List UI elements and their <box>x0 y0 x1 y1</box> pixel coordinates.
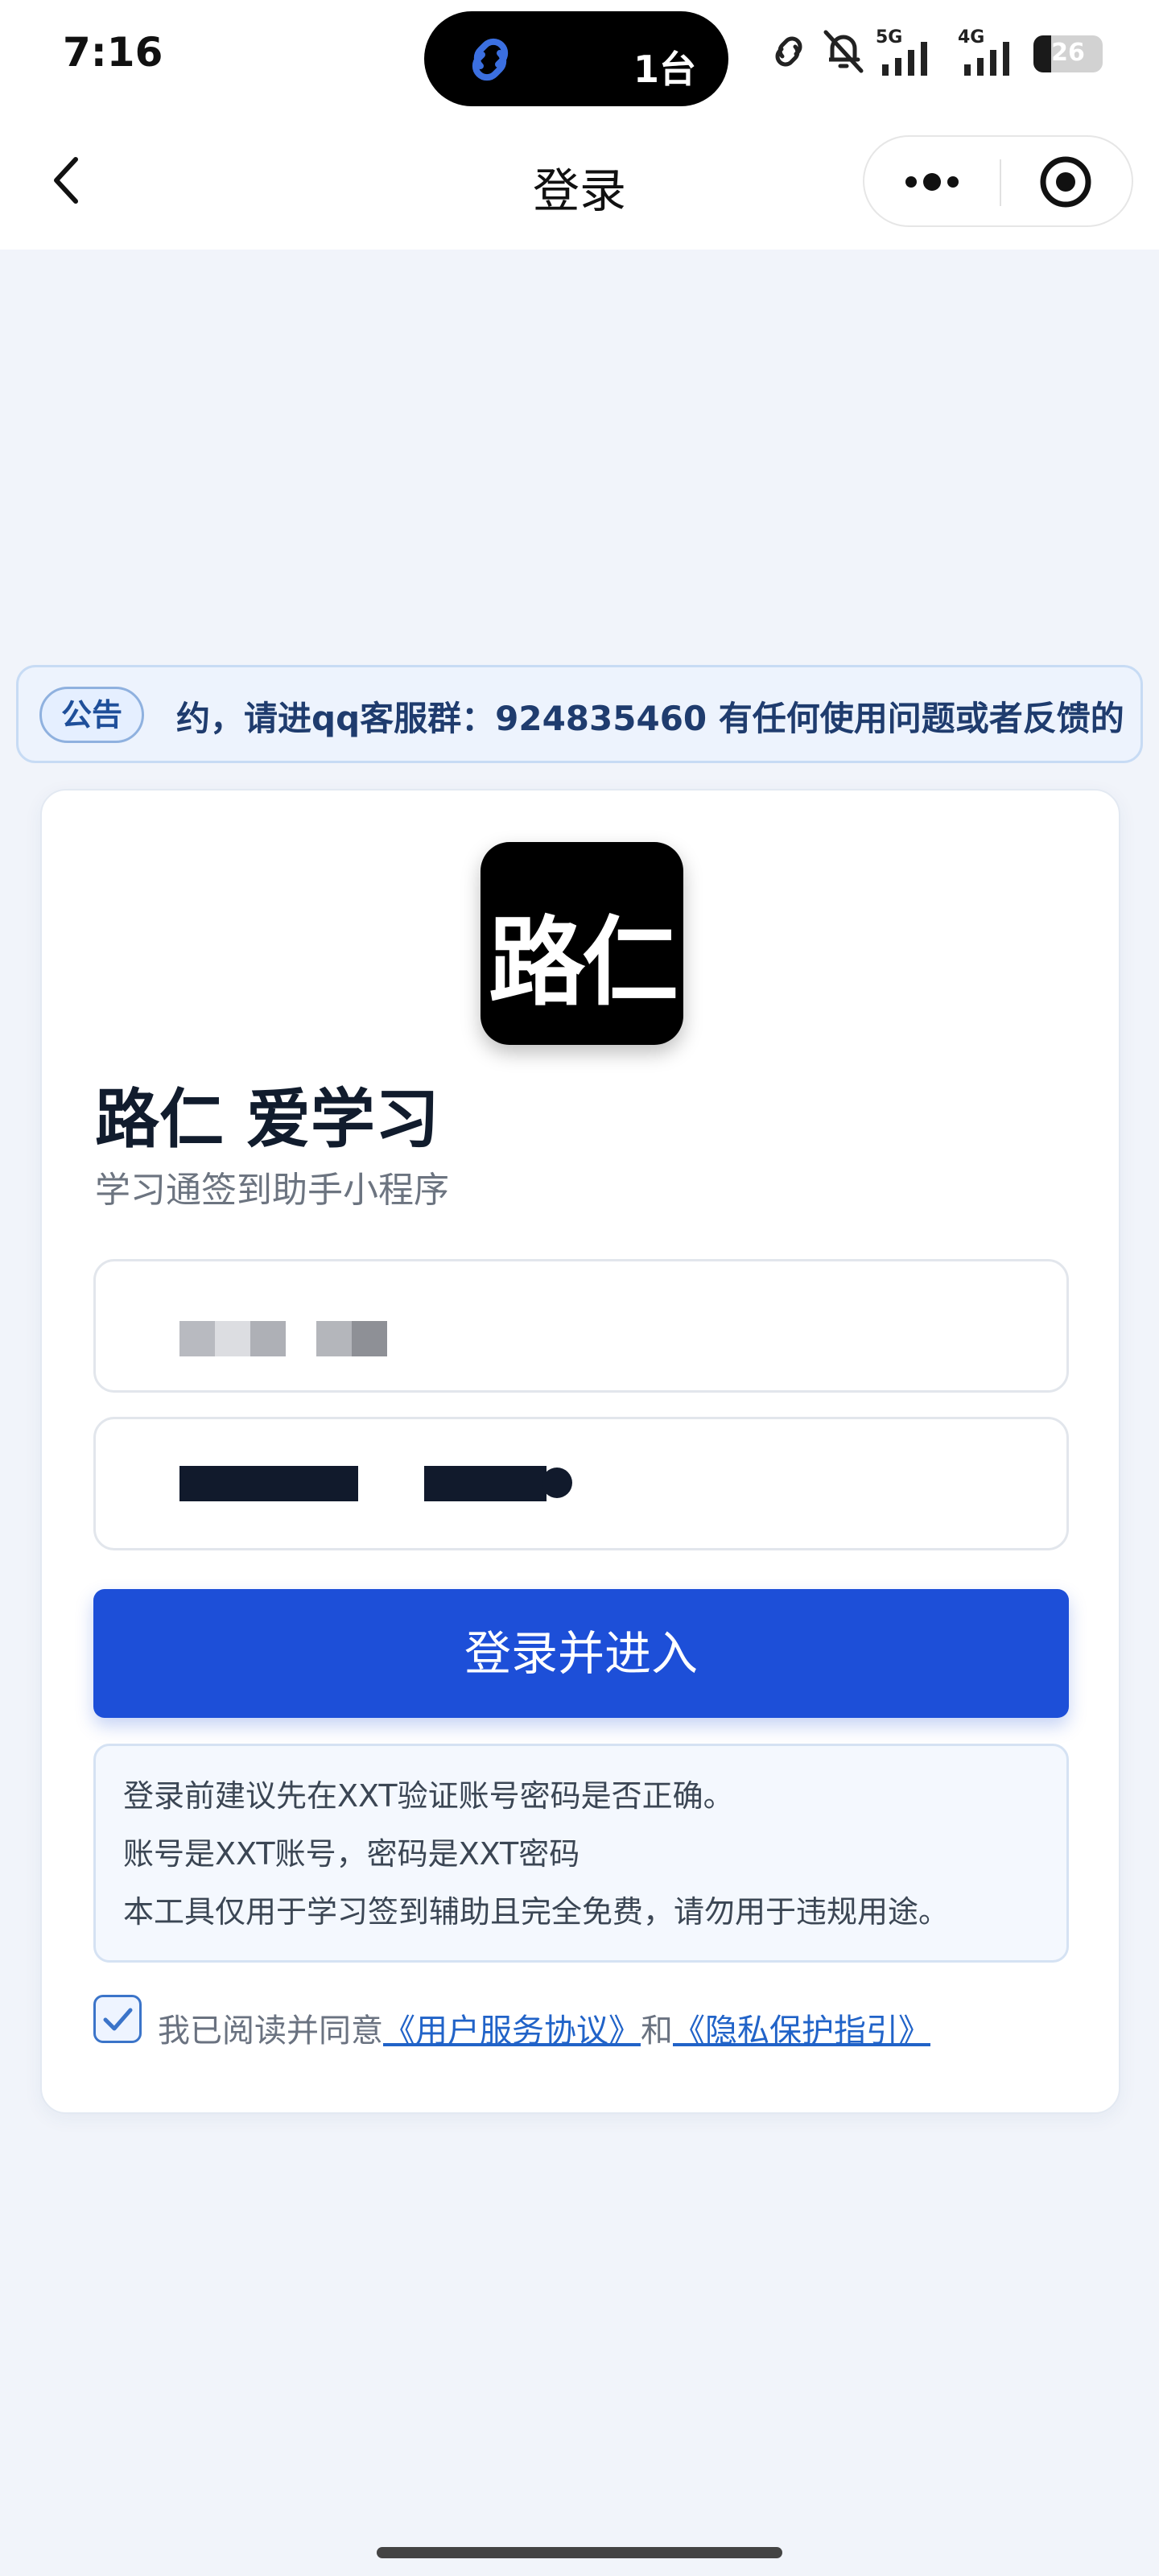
close-mini-program-button[interactable] <box>1001 137 1133 225</box>
redacted-text <box>215 1321 250 1356</box>
status-time: 7:16 <box>63 29 163 76</box>
agreement-conjunction: 和 <box>641 2013 673 2050</box>
bell-muted-icon <box>823 30 864 73</box>
announcement-text: 约，请进qq客服群：924835460 有任何使用问题或者反馈的 <box>176 699 1124 738</box>
username-input[interactable] <box>93 1259 1069 1393</box>
redacted-text <box>179 1321 215 1356</box>
redacted-text <box>316 1321 352 1356</box>
agreement-row: 我已阅读并同意《用户服务协议》和《隐私保护指引》 <box>93 1995 1091 2051</box>
redacted-text <box>250 1321 286 1356</box>
app-logo-text: 路仁 <box>489 907 678 1019</box>
redacted-text <box>352 1321 387 1356</box>
password-dot <box>542 1468 572 1498</box>
nav-bar: 登录 <box>0 113 1159 250</box>
link-icon <box>472 38 509 81</box>
announcement-bar: 公告 约，请进qq客服群：924835460 有任何使用问题或者反馈的 <box>16 665 1143 763</box>
signal-icon <box>882 42 927 76</box>
battery-icon: 26 <box>1033 35 1103 72</box>
status-icons: 5G 4G 26 <box>765 27 1103 84</box>
dynamic-island[interactable]: 1台 <box>424 11 728 106</box>
target-circle-icon <box>1040 156 1091 208</box>
redacted-text <box>424 1466 547 1501</box>
app-logo: 路仁 <box>481 842 683 1045</box>
mini-program-capsule <box>863 135 1133 227</box>
battery-level: 26 <box>1051 39 1085 67</box>
agreement-prefix: 我已阅读并同意 <box>158 2013 383 2050</box>
privacy-link[interactable]: 《隐私保护指引》 <box>673 2013 930 2050</box>
tips-box: 登录前建议先在XXT验证账号密码是否正确。 账号是XXT账号，密码是XXT密码 … <box>93 1744 1069 1963</box>
tip-line: 本工具仅用于学习签到辅助且完全免费，请勿用于违规用途。 <box>123 1894 950 1930</box>
redacted-text <box>179 1466 358 1501</box>
checkmark-icon <box>103 2008 133 2031</box>
more-dots-icon <box>905 173 959 191</box>
app-subtitle: 学习通签到助手小程序 <box>95 1170 449 1211</box>
app-name: 路仁 爱学习 <box>95 1082 439 1157</box>
more-button[interactable] <box>864 137 1000 225</box>
password-input[interactable] <box>93 1417 1069 1550</box>
home-indicator[interactable] <box>377 2547 782 2558</box>
agreement-checkbox[interactable] <box>93 1995 142 2043</box>
login-button[interactable]: 登录并进入 <box>93 1589 1069 1718</box>
login-card: 路仁 路仁 爱学习 学习通签到助手小程序 登录并进入 登录前建议先在XXT验证账… <box>40 789 1120 2114</box>
island-text: 1台 <box>633 47 696 91</box>
tip-line: 账号是XXT账号，密码是XXT密码 <box>123 1836 580 1872</box>
signal-icon <box>964 42 1009 76</box>
link-icon <box>775 36 802 67</box>
status-bar: 7:16 1台 5G 4G 26 <box>0 0 1159 113</box>
terms-link[interactable]: 《用户服务协议》 <box>383 2013 641 2050</box>
announcement-badge: 公告 <box>39 687 144 743</box>
tip-line: 登录前建议先在XXT验证账号密码是否正确。 <box>123 1778 734 1814</box>
agreement-text: 我已阅读并同意《用户服务协议》和《隐私保护指引》 <box>158 2004 930 2051</box>
